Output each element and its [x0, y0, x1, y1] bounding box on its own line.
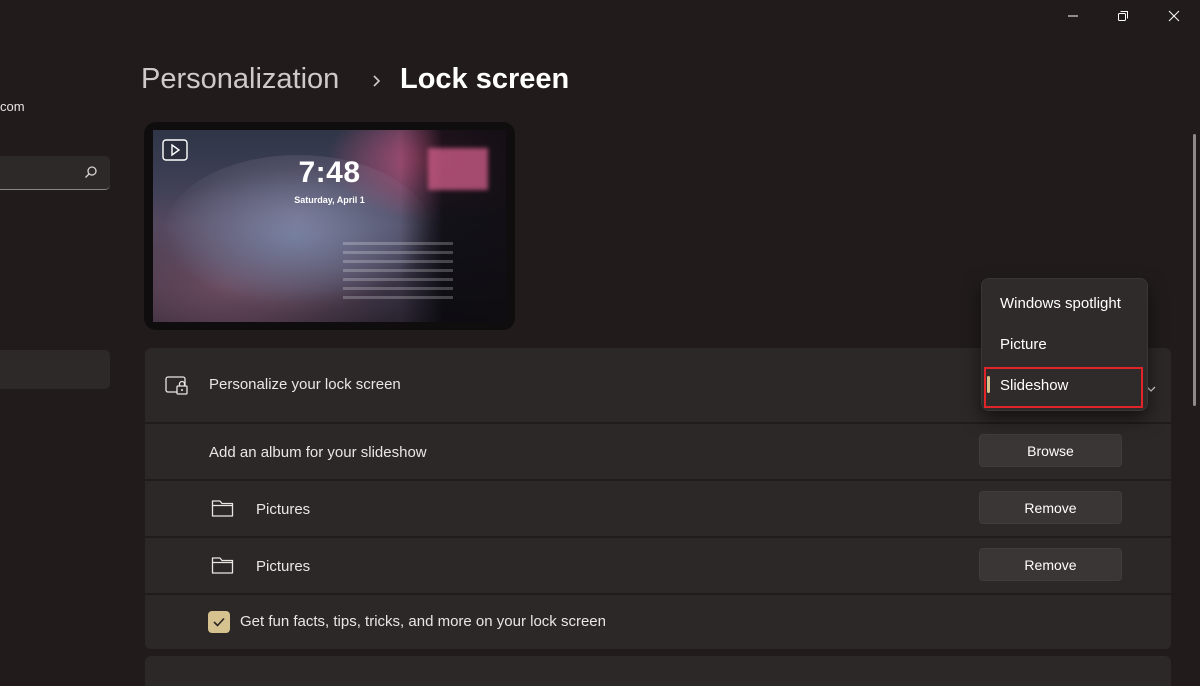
folder-name: Pictures: [256, 558, 311, 575]
search-input[interactable]: [0, 156, 110, 190]
slideshow-highlight-box: [984, 367, 1143, 408]
browse-button[interactable]: Browse: [979, 434, 1122, 467]
folder-name: Pictures: [256, 501, 311, 518]
scrollbar[interactable]: [1193, 134, 1196, 406]
minimize-icon: [1068, 15, 1078, 17]
account-email: com: [0, 99, 25, 114]
sidebar-item-personalization[interactable]: [0, 350, 110, 389]
fun-facts-label: Get fun facts, tips, tricks, and more on…: [240, 613, 606, 630]
menu-item-windows-spotlight[interactable]: Windows spotlight: [1000, 295, 1121, 312]
personalize-label: Personalize your lock screen: [209, 376, 401, 393]
preview-time: 7:48: [298, 156, 361, 189]
checkmark-icon: [213, 617, 225, 627]
folder-icon: [211, 555, 235, 580]
preview-image: 7:48 Saturday, April 1: [153, 130, 506, 322]
slideshow-album-row: Add an album for your slideshow Browse: [145, 424, 1171, 479]
next-setting-row: [145, 656, 1171, 686]
add-album-label: Add an album for your slideshow: [209, 444, 427, 461]
fun-facts-checkbox[interactable]: [208, 611, 230, 633]
album-folder-row: Pictures Remove: [145, 538, 1171, 593]
remove-button[interactable]: Remove: [979, 548, 1122, 581]
page-title: Lock screen: [400, 63, 570, 95]
restore-icon: [1118, 11, 1128, 21]
album-folder-row: Pictures Remove: [145, 481, 1171, 536]
preview-crosswalk: [343, 242, 453, 302]
restore-button[interactable]: [1100, 0, 1146, 32]
close-icon: [1168, 10, 1180, 22]
search-icon: [84, 165, 98, 184]
preview-date: Saturday, April 1: [294, 195, 365, 205]
folder-icon: [211, 498, 235, 523]
breadcrumb-chevron-icon: [371, 73, 383, 94]
minimize-button[interactable]: [1050, 0, 1096, 32]
lock-screen-preview: 7:48 Saturday, April 1: [144, 122, 515, 330]
lock-screen-icon: [165, 375, 189, 402]
remove-button[interactable]: Remove: [979, 491, 1122, 524]
breadcrumb-parent[interactable]: Personalization: [141, 63, 339, 96]
fun-facts-row: Get fun facts, tips, tricks, and more on…: [145, 595, 1171, 649]
menu-item-picture[interactable]: Picture: [1000, 336, 1047, 353]
close-button[interactable]: [1151, 0, 1197, 32]
